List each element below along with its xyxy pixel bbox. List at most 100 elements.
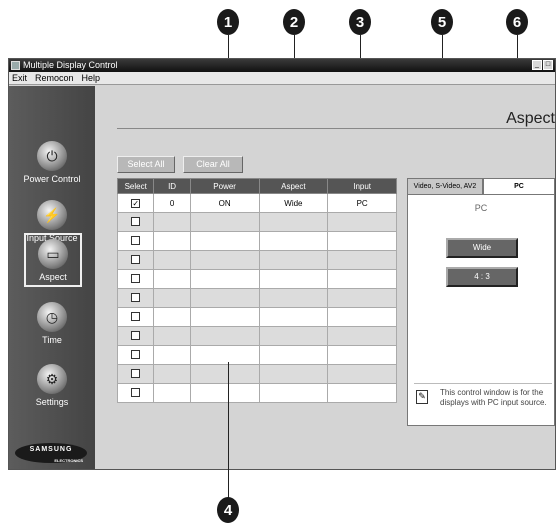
cell-power <box>189 212 260 232</box>
row-select-cell <box>116 288 155 308</box>
clear-all-button[interactable]: Clear All <box>183 156 243 173</box>
cell-input <box>327 364 397 384</box>
wide-button[interactable]: Wide <box>446 238 518 258</box>
cell-power <box>189 231 260 251</box>
row-checkbox[interactable] <box>131 349 141 359</box>
table-row[interactable] <box>116 250 397 270</box>
row-checkbox[interactable] <box>131 216 141 226</box>
cell-id <box>153 383 191 403</box>
cell-input <box>327 307 397 327</box>
sidebar: ⏻ Power Control ⚡ Input Source ▭ Aspect … <box>9 86 95 469</box>
sidebar-item-power-control[interactable]: ⏻ Power Control <box>9 141 95 184</box>
column-header-aspect[interactable]: Aspect <box>258 178 329 194</box>
sidebar-item-label: Aspect <box>39 272 67 282</box>
cell-aspect <box>258 269 329 289</box>
app-icon <box>11 61 20 70</box>
cell-aspect <box>258 212 329 232</box>
cell-power <box>189 364 260 384</box>
callout-marker-2: 2 <box>283 9 305 35</box>
sidebar-item-settings[interactable]: ⚙ Settings <box>9 364 95 407</box>
table-row[interactable] <box>116 307 397 327</box>
table-row[interactable] <box>116 269 397 289</box>
cell-id <box>153 288 191 308</box>
cell-power <box>189 288 260 308</box>
cell-id <box>153 345 191 365</box>
row-select-cell: ✓ <box>116 193 155 213</box>
samsung-logo: SAMSUNG ELECTRONICS <box>15 443 87 463</box>
row-checkbox[interactable] <box>131 330 141 340</box>
cell-power <box>189 307 260 327</box>
table-row[interactable]: ✓ 0 ON Wide PC <box>116 193 397 213</box>
table-row[interactable] <box>116 288 397 308</box>
table-row[interactable] <box>116 345 397 365</box>
sidebar-item-aspect[interactable]: ▭ Aspect <box>24 233 82 287</box>
tab-video-svideo-av2[interactable]: Video, S-Video, AV2 <box>407 178 483 195</box>
note-icon: ✎ <box>416 390 428 404</box>
note-text: This control window is for the displays … <box>440 388 547 407</box>
cell-input <box>327 326 397 346</box>
row-select-cell <box>116 326 155 346</box>
row-checkbox[interactable] <box>131 368 141 378</box>
table-row[interactable] <box>116 212 397 232</box>
panel-heading: PC <box>474 203 488 213</box>
row-checkbox[interactable] <box>131 387 141 397</box>
row-checkbox[interactable] <box>131 311 141 321</box>
plug-icon: ⚡ <box>37 200 67 230</box>
callout-marker-6: 6 <box>506 9 528 35</box>
table-row[interactable] <box>116 326 397 346</box>
callout-marker-5: 5 <box>431 9 453 35</box>
four-three-button[interactable]: 4 : 3 <box>446 267 518 287</box>
title-divider <box>117 128 555 129</box>
menu-help[interactable]: Help <box>82 72 101 84</box>
table-row[interactable] <box>116 231 397 251</box>
cell-power <box>189 326 260 346</box>
cell-aspect <box>258 364 329 384</box>
callout-marker-3: 3 <box>349 9 371 35</box>
menu-exit[interactable]: Exit <box>12 72 27 84</box>
column-header-input[interactable]: Input <box>327 178 397 194</box>
row-select-cell <box>116 250 155 270</box>
callout-marker-4: 4 <box>217 497 239 523</box>
column-header-id[interactable]: ID <box>153 178 191 194</box>
logo-subtext: ELECTRONICS <box>54 458 83 463</box>
table-row[interactable] <box>116 383 397 403</box>
aspect-icon: ▭ <box>38 239 68 269</box>
menu-remocon[interactable]: Remocon <box>35 72 74 84</box>
row-checkbox[interactable] <box>131 235 141 245</box>
select-all-button[interactable]: Select All <box>117 156 175 173</box>
cell-aspect <box>258 250 329 270</box>
row-checkbox[interactable] <box>131 254 141 264</box>
sidebar-item-time[interactable]: ◷ Time <box>9 302 95 345</box>
display-table: Select ID Power Aspect Input ✓ 0 ON Wide PC <box>116 178 397 403</box>
maximize-icon[interactable]: □ <box>543 60 553 70</box>
minimize-icon[interactable]: _ <box>532 60 542 70</box>
aspect-panel: PC Wide 4 : 3 ✎ This control window is f… <box>407 194 555 426</box>
row-checkbox[interactable]: ✓ <box>131 198 141 208</box>
cell-aspect <box>258 383 329 403</box>
cell-input <box>327 212 397 232</box>
cell-id <box>153 231 191 251</box>
info-note: ✎ This control window is for the display… <box>414 383 552 421</box>
column-header-select[interactable]: Select <box>116 178 155 194</box>
cell-aspect <box>258 345 329 365</box>
cell-id <box>153 269 191 289</box>
sidebar-item-label: Settings <box>35 397 69 407</box>
column-header-power[interactable]: Power <box>189 178 260 194</box>
callout-marker-1: 1 <box>217 9 239 35</box>
cell-input <box>327 383 397 403</box>
cell-input <box>327 250 397 270</box>
cell-aspect: Wide <box>258 193 329 213</box>
cell-input <box>327 288 397 308</box>
page-title: Aspect <box>506 110 555 127</box>
cell-id <box>153 250 191 270</box>
tab-bar: Video, S-Video, AV2 PC <box>407 178 555 195</box>
cell-power <box>189 383 260 403</box>
tab-pc[interactable]: PC <box>483 178 555 195</box>
table-row[interactable] <box>116 364 397 384</box>
row-checkbox[interactable] <box>131 292 141 302</box>
cell-id <box>153 326 191 346</box>
row-checkbox[interactable] <box>131 273 141 283</box>
cell-input <box>327 231 397 251</box>
cell-aspect <box>258 288 329 308</box>
cell-id <box>153 364 191 384</box>
